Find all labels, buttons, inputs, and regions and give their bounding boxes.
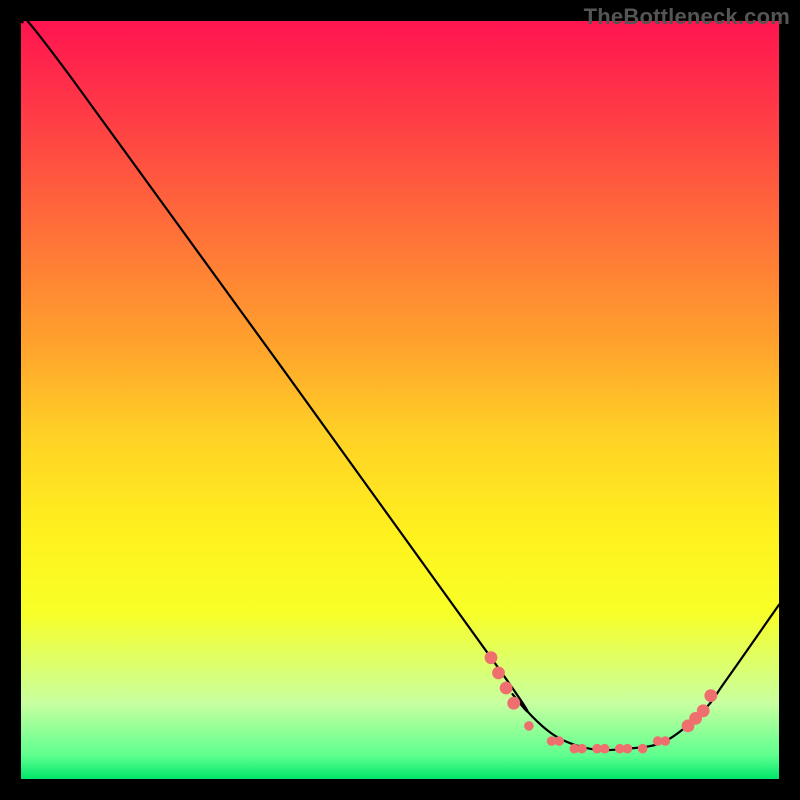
curve-markers	[485, 651, 718, 753]
curve-marker	[500, 682, 513, 695]
curve-marker	[623, 744, 633, 754]
curve-marker	[704, 689, 717, 702]
plot-area	[21, 21, 779, 779]
curve-marker	[638, 744, 648, 754]
curve-marker	[577, 744, 587, 754]
watermark-label: TheBottleneck.com	[584, 4, 790, 30]
curve-marker	[554, 736, 564, 746]
curve-marker	[661, 736, 671, 746]
curve-marker	[485, 651, 498, 664]
curve-marker	[600, 744, 610, 754]
curve-marker	[507, 697, 520, 710]
chart-svg	[21, 21, 779, 779]
curve-marker	[697, 704, 710, 717]
chart-frame: TheBottleneck.com	[0, 0, 800, 800]
curve-marker	[524, 721, 534, 731]
bottleneck-curve	[21, 15, 779, 750]
curve-marker	[492, 667, 505, 680]
